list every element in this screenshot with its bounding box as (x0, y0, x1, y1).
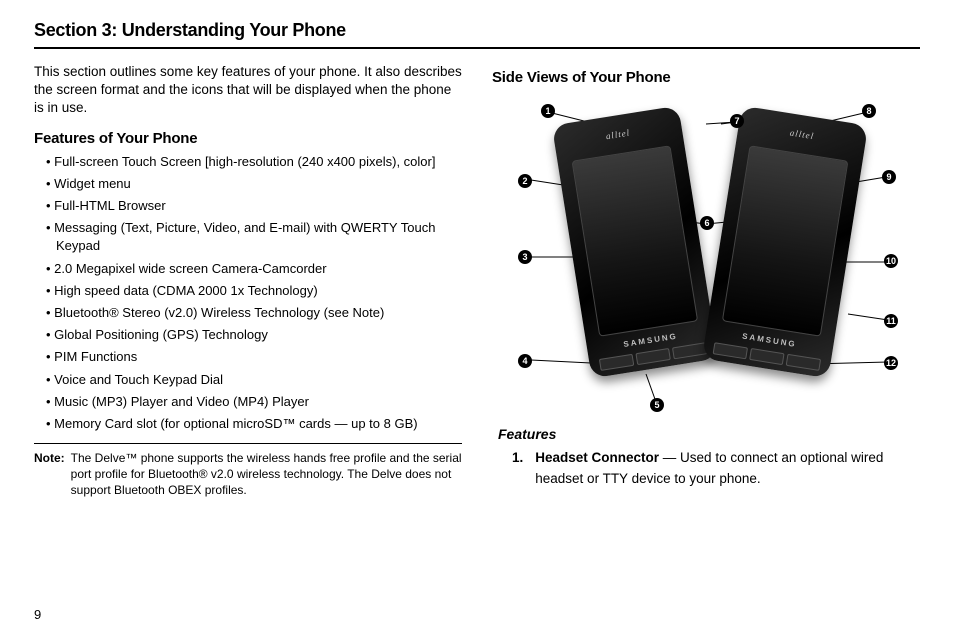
phone-carrier-logo: alltel (554, 119, 682, 149)
feature-item: PIM Functions (46, 348, 462, 366)
callout-1: 1 (541, 104, 555, 118)
note-block: Note: The Delve™ phone supports the wire… (34, 450, 462, 499)
callout-6: 6 (700, 216, 714, 230)
phone-screen (722, 145, 849, 336)
features-subhead: Features (498, 426, 920, 442)
right-column: Side Views of Your Phone (492, 63, 920, 499)
phone-carrier-logo: alltel (738, 119, 866, 149)
feature-item: Voice and Touch Keypad Dial (46, 371, 462, 389)
left-column: This section outlines some key features … (34, 63, 462, 499)
numbered-body: Headset Connector — Used to connect an o… (535, 448, 920, 490)
phone-diagram: alltel SAMSUNG alltel SAMSUNG 1 2 3 4 5 … (496, 92, 916, 422)
features-heading: Features of Your Phone (34, 130, 462, 147)
features-list: Full-screen Touch Screen [high-resolutio… (34, 153, 462, 433)
side-views-heading: Side Views of Your Phone (492, 69, 920, 86)
callout-7: 7 (730, 114, 744, 128)
callout-11: 11 (884, 314, 898, 328)
numbered-bold: Headset Connector (535, 450, 659, 465)
feature-item: High speed data (CDMA 2000 1x Technology… (46, 282, 462, 300)
callout-10: 10 (884, 254, 898, 268)
page-number: 9 (34, 607, 41, 622)
content-columns: This section outlines some key features … (34, 63, 920, 499)
phone-left-view: alltel SAMSUNG (552, 106, 718, 379)
phone-screen (572, 145, 699, 336)
feature-item: Music (MP3) Player and Video (MP4) Playe… (46, 393, 462, 411)
note-divider (34, 443, 462, 444)
callout-8: 8 (862, 104, 876, 118)
feature-item: Global Positioning (GPS) Technology (46, 326, 462, 344)
feature-item: Widget menu (46, 175, 462, 193)
callout-12: 12 (884, 356, 898, 370)
note-text: The Delve™ phone supports the wireless h… (71, 450, 462, 499)
feature-item: 2.0 Megapixel wide screen Camera-Camcord… (46, 260, 462, 278)
feature-item: Full-HTML Browser (46, 197, 462, 215)
callout-9: 9 (882, 170, 896, 184)
callout-2: 2 (518, 174, 532, 188)
phone-right-view: alltel SAMSUNG (702, 106, 868, 379)
feature-item: Full-screen Touch Screen [high-resolutio… (46, 153, 462, 171)
callout-3: 3 (518, 250, 532, 264)
callout-5: 5 (650, 398, 664, 412)
feature-item: Memory Card slot (for optional microSD™ … (46, 415, 462, 433)
intro-paragraph: This section outlines some key features … (34, 63, 462, 118)
numbered-feature-1: 1. Headset Connector — Used to connect a… (512, 448, 920, 490)
feature-item: Bluetooth® Stereo (v2.0) Wireless Techno… (46, 304, 462, 322)
numbered-index: 1. (512, 448, 523, 490)
section-title: Section 3: Understanding Your Phone (34, 20, 920, 49)
feature-item: Messaging (Text, Picture, Video, and E-m… (46, 219, 462, 255)
note-label: Note: (34, 450, 65, 499)
callout-4: 4 (518, 354, 532, 368)
